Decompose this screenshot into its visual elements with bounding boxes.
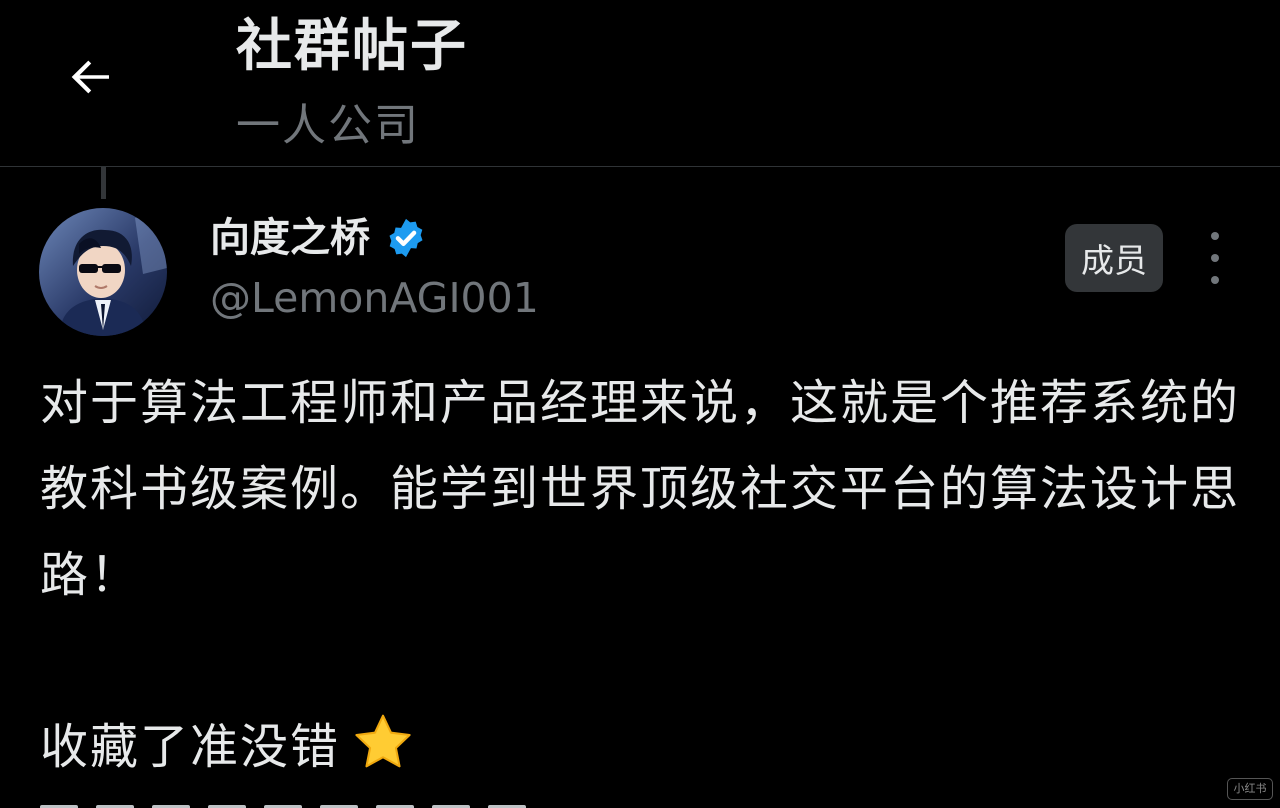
more-vertical-icon — [1211, 232, 1219, 240]
post-paragraph: 收藏了准没错 — [40, 704, 1240, 790]
back-button[interactable] — [58, 44, 124, 110]
next-line-cutoff — [40, 796, 740, 808]
avatar-image — [39, 208, 167, 336]
star-emoji-icon — [352, 711, 414, 773]
author-display-name[interactable]: 向度之桥 — [210, 208, 428, 268]
header-bar: 社群帖子 一人公司 — [0, 0, 1280, 167]
watermark: 小红书 — [1227, 778, 1273, 800]
arrow-left-icon — [71, 60, 109, 94]
community-name[interactable]: 一人公司 — [236, 96, 420, 156]
avatar[interactable] — [39, 208, 167, 336]
post-paragraph-text: 收藏了准没错 — [40, 719, 341, 775]
more-options-button[interactable] — [1195, 232, 1235, 284]
member-badge: 成员 — [1065, 224, 1163, 292]
verified-badge-icon — [384, 216, 428, 260]
page-title: 社群帖子 — [236, 14, 468, 79]
author-name-text: 向度之桥 — [210, 215, 370, 261]
post-paragraph: 对于算法工程师和产品经理来说，这就是个推荐系统的教科书级案例。能学到世界顶级社交… — [40, 375, 1241, 603]
thread-connector-line — [101, 167, 106, 199]
post-text: 对于算法工程师和产品经理来说，这就是个推荐系统的教科书级案例。能学到世界顶级社交… — [40, 360, 1240, 790]
author-handle[interactable]: @LemonAGI001 — [210, 268, 539, 328]
